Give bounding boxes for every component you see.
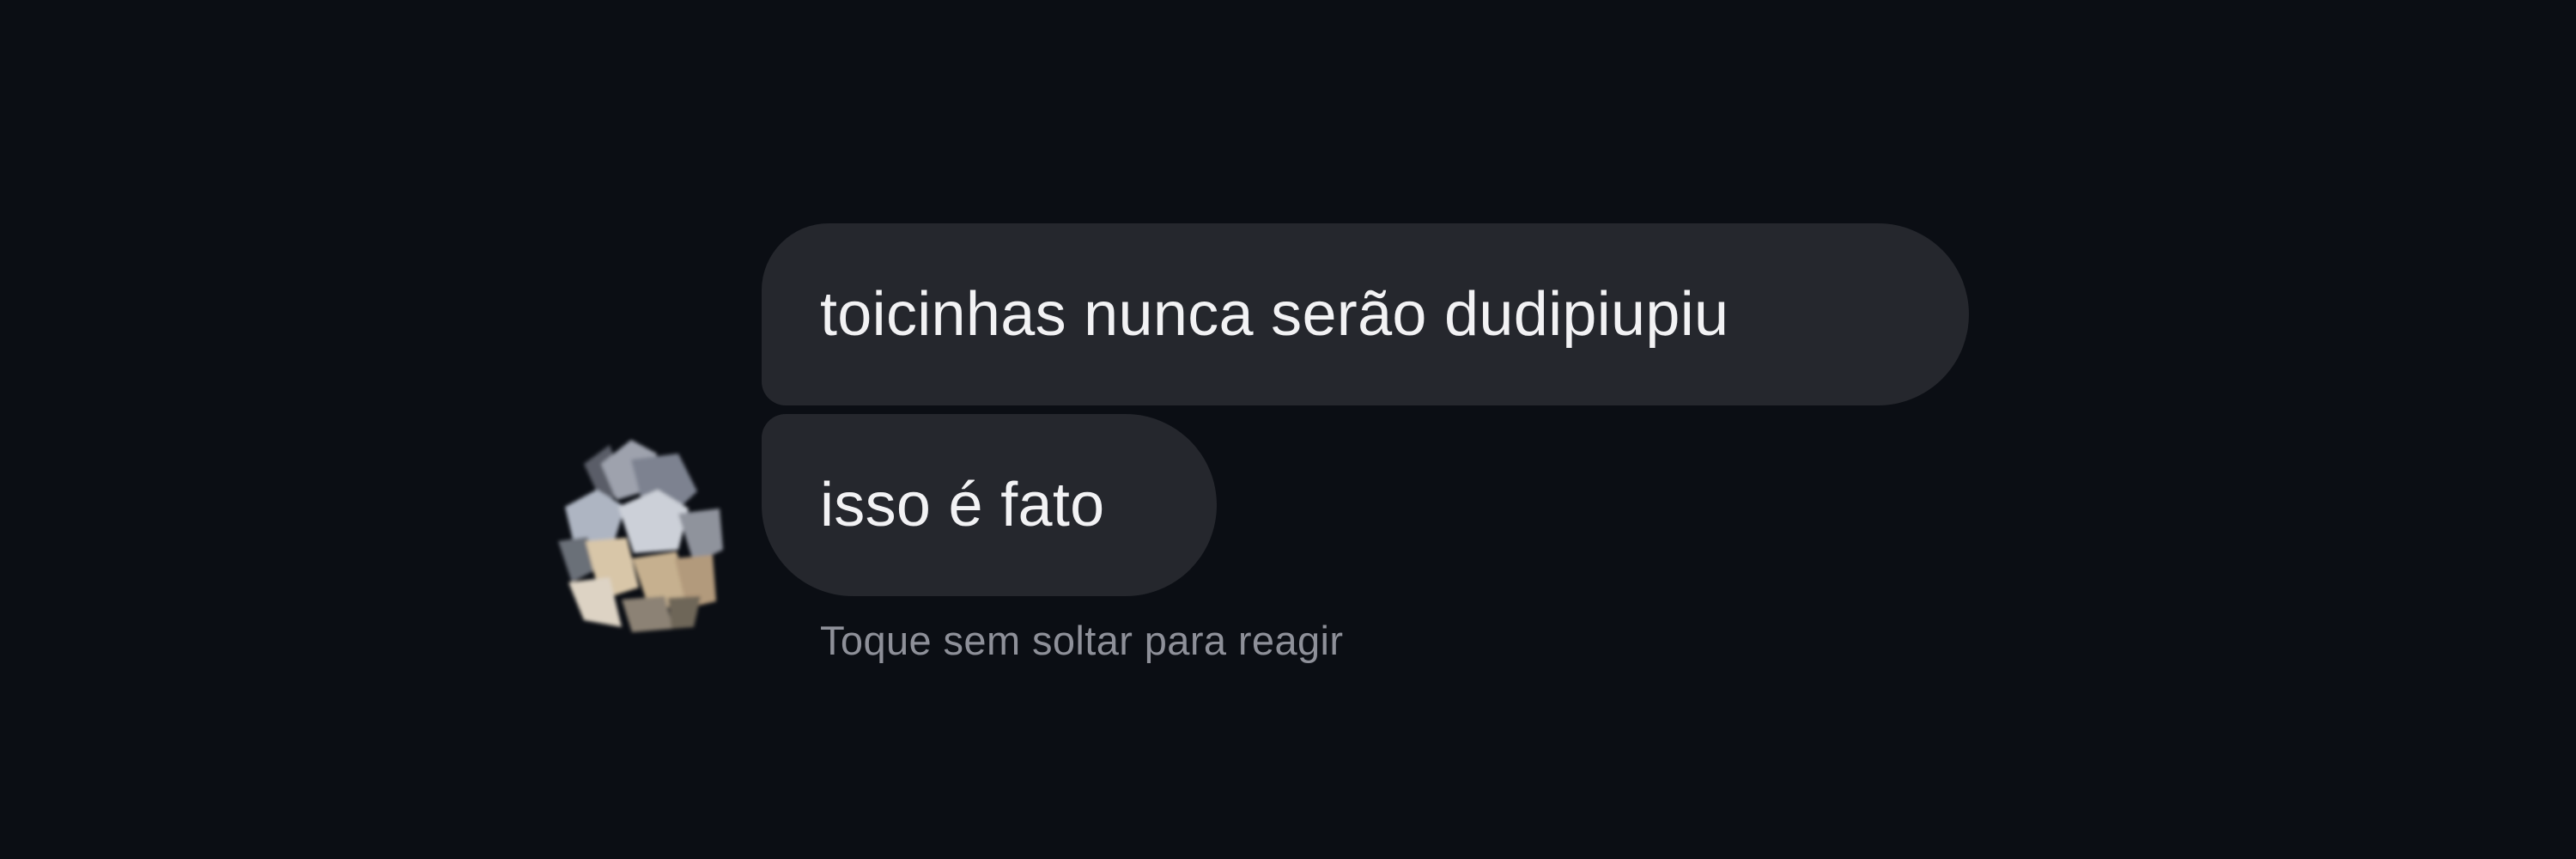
message-bubble[interactable]: toicinhas nunca serão dudipiupiu: [762, 223, 1969, 405]
blurred-avatar-icon[interactable]: [550, 430, 737, 636]
reaction-hint: Toque sem soltar para reagir: [820, 618, 1344, 663]
message-text: toicinhas nunca serão dudipiupiu: [820, 280, 1729, 349]
message-text: isso é fato: [820, 471, 1105, 539]
chat-thread: toicinhas nunca serão dudipiupiu isso é …: [0, 0, 2576, 859]
message-bubble[interactable]: isso é fato: [762, 414, 1217, 596]
